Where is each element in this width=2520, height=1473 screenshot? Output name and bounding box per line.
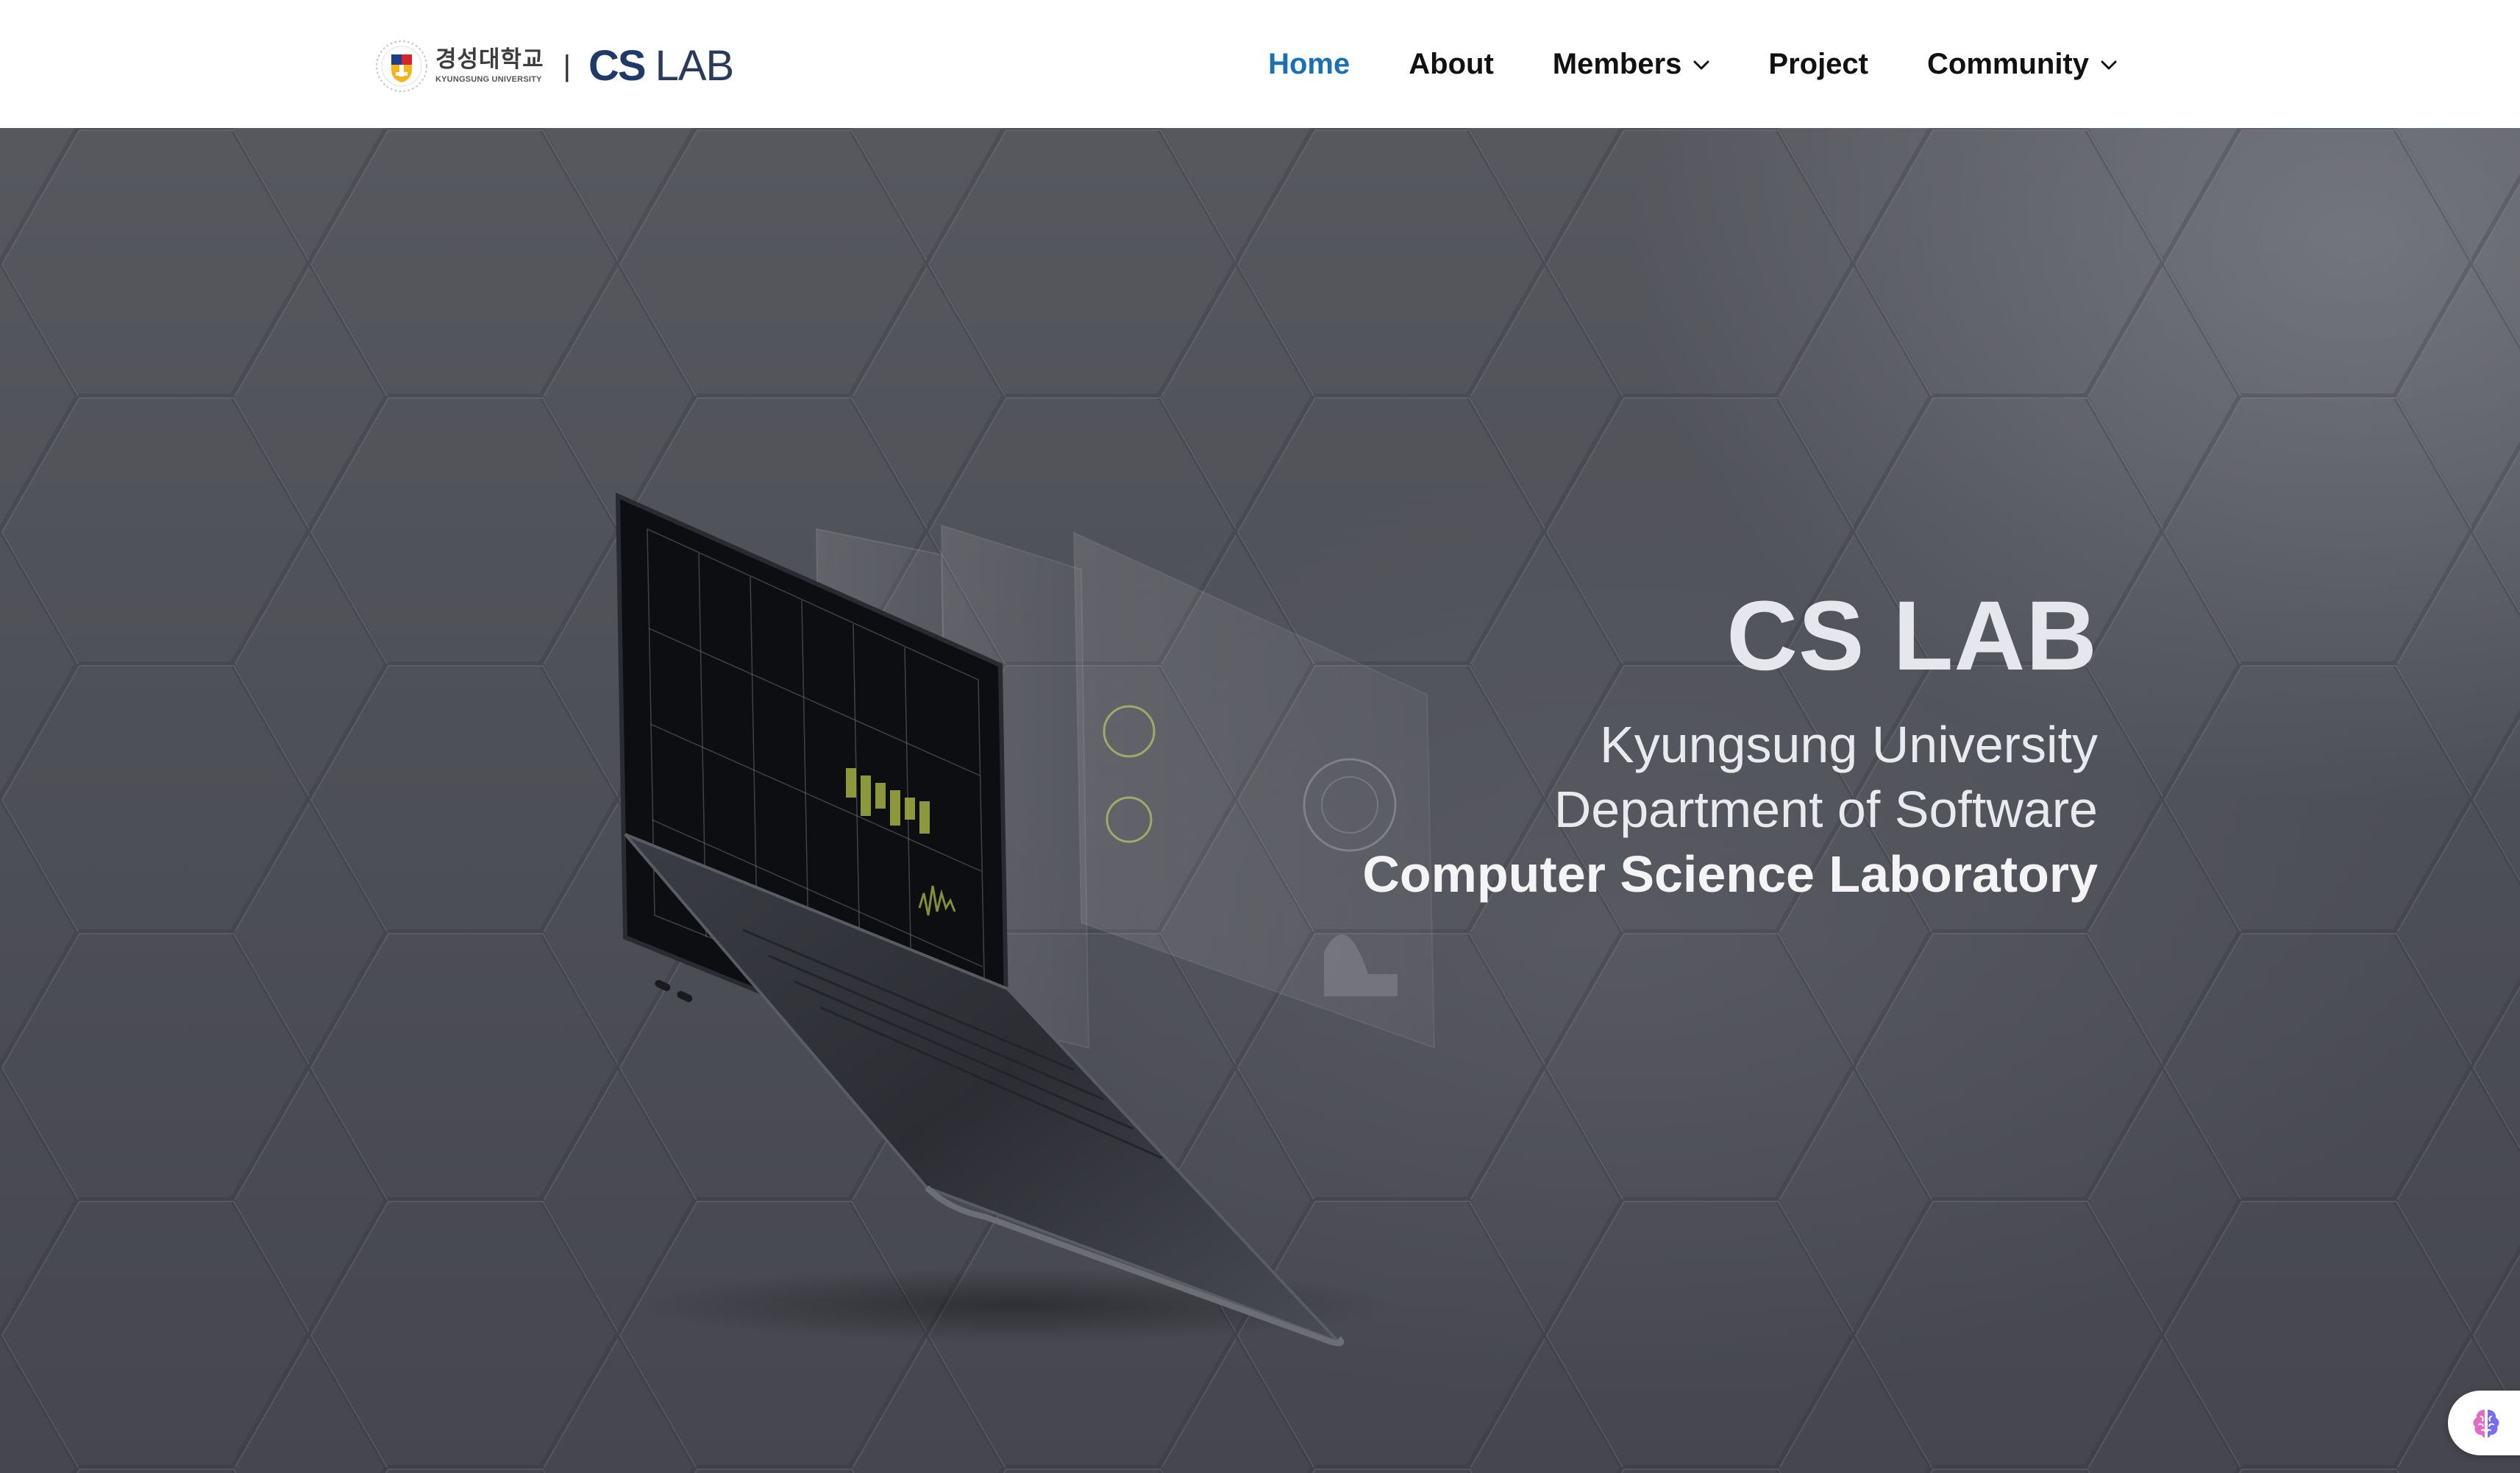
main-nav: Home About Members Project Community [1268,0,2117,128]
nav-item-label: About [1409,47,1494,80]
chevron-down-icon [2101,60,2117,70]
nav-item-community[interactable]: Community [1927,48,2117,81]
laptop-illustration [615,492,1436,1346]
hero-text-block: CS LAB Kyungsung University Department o… [1362,587,2098,906]
nav-item-about[interactable]: About [1409,48,1494,81]
site-header: 경성대학교 KYUNGSUNG UNIVERSITY | CS LAB Home… [0,0,2520,128]
nav-item-home[interactable]: Home [1268,48,1350,81]
chevron-down-icon [1693,60,1709,70]
university-name-en: KYUNGSUNG UNIVERSITY [435,75,542,84]
nav-item-label: Project [1768,47,1868,80]
nav-item-members[interactable]: Members [1553,48,1710,81]
lab-logo-cs: CS [588,42,647,90]
nav-item-label: Community [1927,47,2089,80]
hero-lab-name: Computer Science Laboratory [1362,845,2098,903]
university-wordmark: 경성대학교 KYUNGSUNG UNIVERSITY [435,49,544,84]
lab-logo-lab: LAB [655,42,735,90]
university-emblem-icon [376,40,427,92]
university-name-ko: 경성대학교 [435,46,544,73]
nav-item-label: Home [1268,47,1350,80]
nav-item-label: Members [1552,47,1682,80]
hero-department: Department of Software [1553,781,2098,838]
cs-lab-logo: CS LAB [588,42,735,90]
hero-title: CS LAB [1726,581,2098,691]
site-logo[interactable]: 경성대학교 KYUNGSUNG UNIVERSITY | CS LAB [375,35,735,97]
nav-item-project[interactable]: Project [1768,48,1868,81]
logo-divider: | [563,50,571,82]
hero-section: CS LAB Kyungsung University Department o… [0,128,2520,1473]
floating-assistant-button[interactable] [2448,1391,2520,1455]
brain-icon [2473,1410,2499,1438]
hero-university: Kyungsung University [1600,716,2098,773]
